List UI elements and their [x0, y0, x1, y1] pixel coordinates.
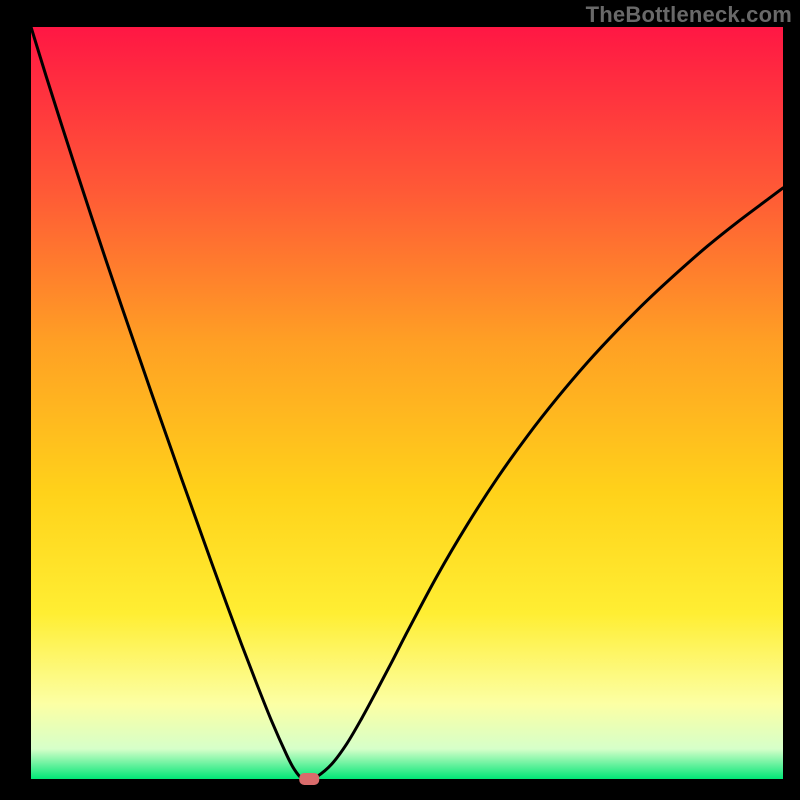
chart-frame: { "watermark": "TheBottleneck.com", "col…: [0, 0, 800, 800]
bottleneck-chart: [0, 0, 800, 800]
plot-background: [31, 27, 783, 779]
minimum-marker: [299, 773, 319, 785]
watermark-text: TheBottleneck.com: [586, 2, 792, 28]
